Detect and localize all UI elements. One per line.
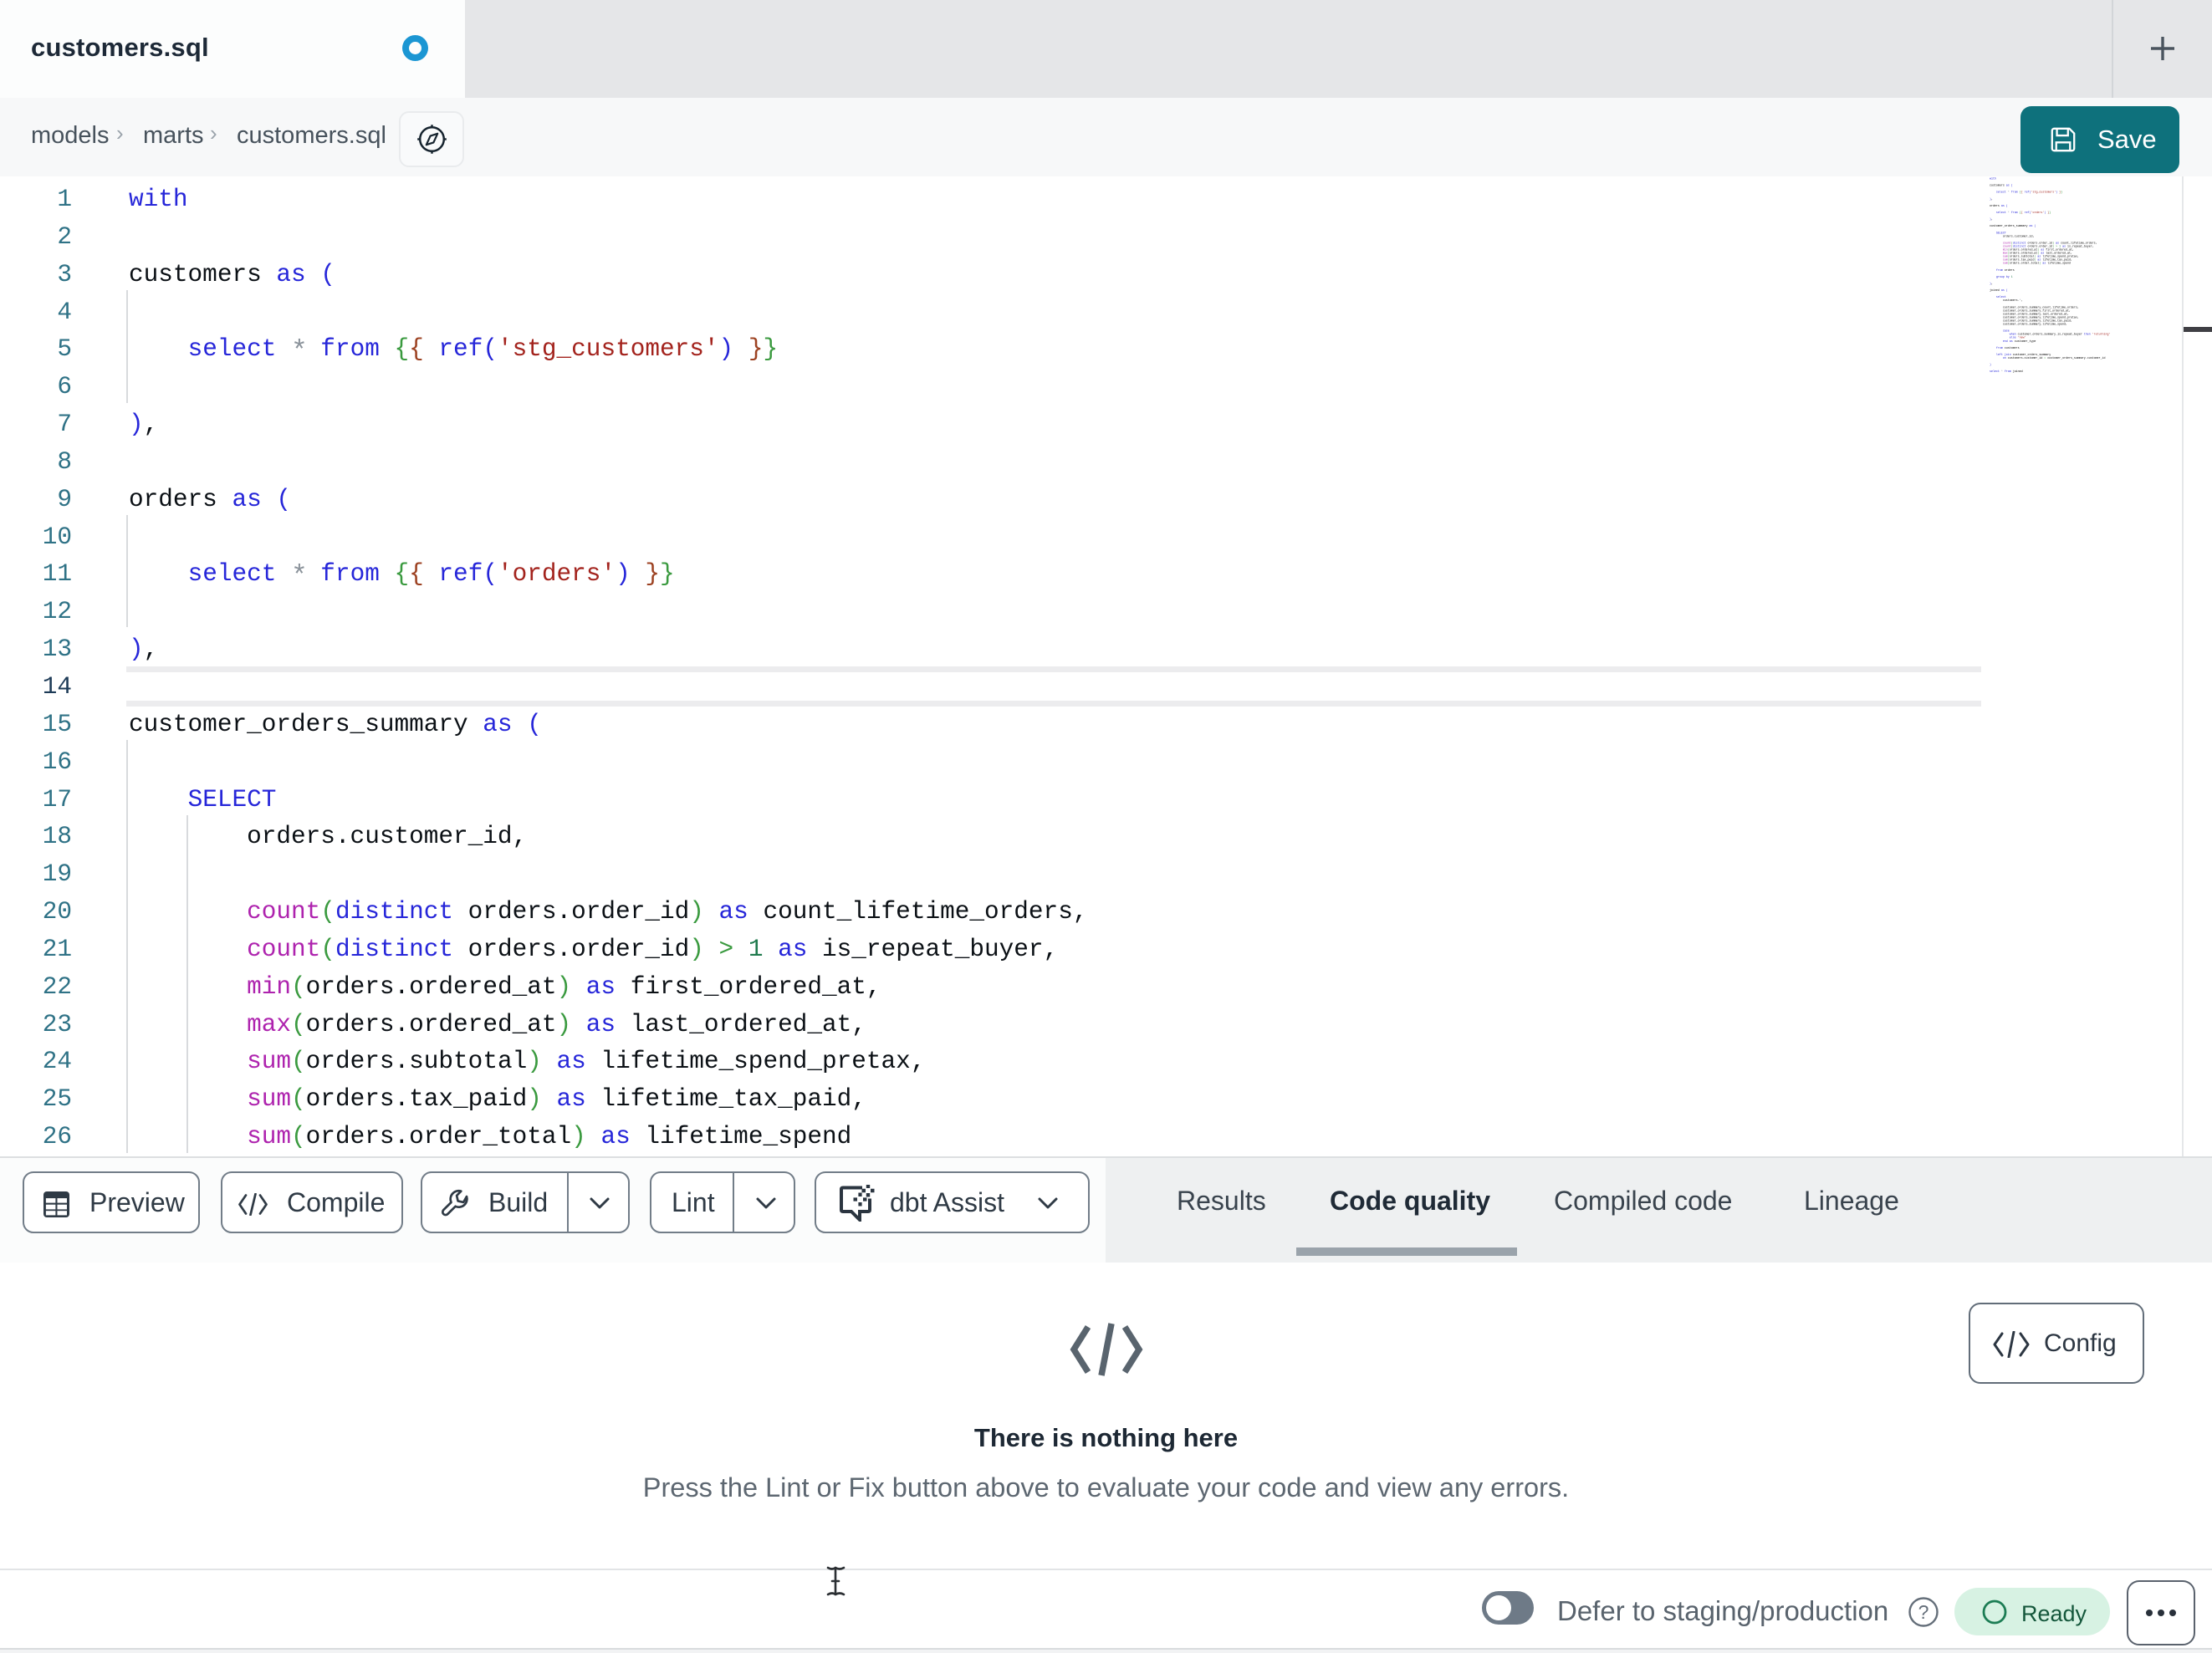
svg-text:?: ?	[1918, 1601, 1929, 1623]
